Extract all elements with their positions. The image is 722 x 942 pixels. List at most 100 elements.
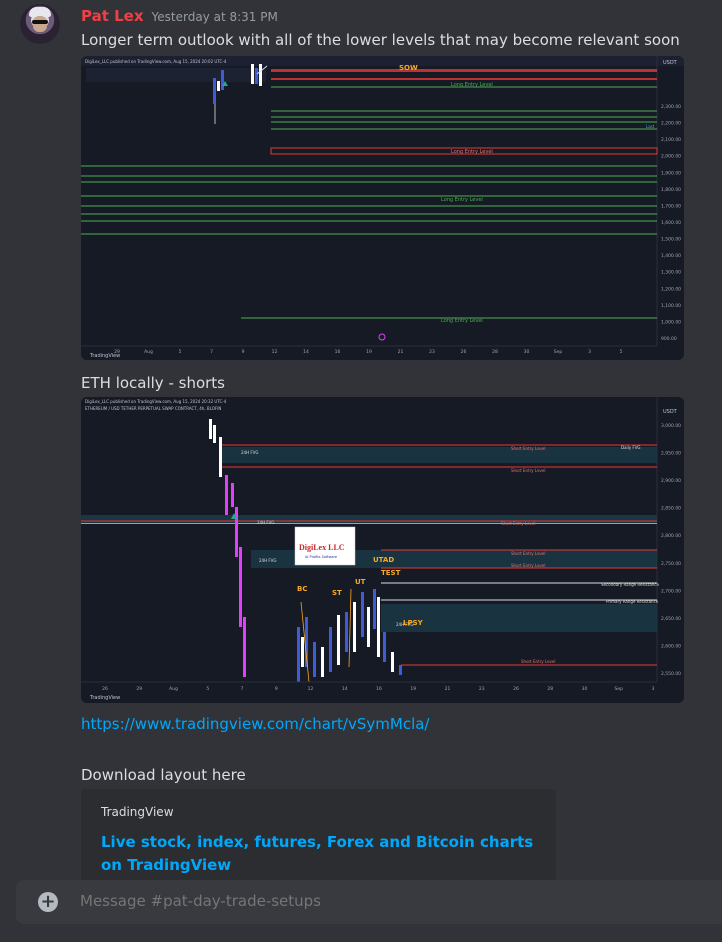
chart2-short-label: Short Entry Level <box>511 468 545 473</box>
chart1-brand: TradingView <box>89 353 120 359</box>
chart2-symbol: ETHEREUM / USD TETHER PERPETUAL SWAP CON… <box>85 406 221 411</box>
embed-provider[interactable]: TradingView <box>101 805 540 819</box>
chart2-level-label: Daily FVG <box>621 445 641 450</box>
chart2-time-tick: 23 <box>479 686 485 692</box>
chart2-publisher: DigiLex_LLC published on TradingView.com… <box>85 399 227 404</box>
avatar-face <box>33 16 47 32</box>
avatar-sunglasses <box>32 20 48 24</box>
chart2-price-tick: 2,900.00 <box>661 478 681 484</box>
chart1-price-tick: 1,600.00 <box>661 220 681 226</box>
chart2-price-tick: 3,000.00 <box>661 423 681 429</box>
chart2-time-tick: 29 <box>136 686 142 692</box>
chart2-price-tick: 2,950.00 <box>661 451 681 457</box>
chart2-price-tick: 2,650.00 <box>661 616 681 622</box>
chart2-price-tick: 2,850.00 <box>661 506 681 512</box>
chart2-time-tick: 3 <box>652 686 655 692</box>
chart1-price-tick: 1,400.00 <box>661 253 681 259</box>
annotation-bc: BC <box>297 585 307 593</box>
embed-title[interactable]: Live stock, index, futures, Forex and Bi… <box>101 831 540 877</box>
chart2-currency: USDT <box>663 409 678 415</box>
chart1-currency: USDT <box>663 60 678 66</box>
chart1-price-tick: 1,700.00 <box>661 203 681 209</box>
chart2-time-tick: Aug <box>169 686 178 692</box>
timestamp[interactable]: Yesterday at 8:31 PM <box>152 10 278 24</box>
annotation-test: TEST <box>381 569 401 577</box>
tradingview-chart-link[interactable]: https://www.tradingview.com/chart/vSymMc… <box>81 715 429 733</box>
chart2-time-tick: 28 <box>547 686 553 692</box>
chart2-fvg-label: 24H FVG <box>241 450 259 455</box>
chart2-short-label: Short Entry Level <box>521 659 555 664</box>
chart-image-eth-shorts[interactable]: DigiLex_LLC published on TradingView.com… <box>81 397 684 703</box>
chart1-price-tick: 1,900.00 <box>661 170 681 176</box>
chart-image-long-term[interactable]: DigiLex_LLC published on TradingView.com… <box>81 56 684 360</box>
chart1-price-tick: 900.00 <box>661 336 677 342</box>
chart2-time-tick: Sep <box>615 686 624 692</box>
chart1-price-axis: 2,300.00 2,200.00 2,100.00 2,000.00 1,900.00… <box>661 104 681 342</box>
add-attachment-icon[interactable]: + <box>38 892 58 912</box>
chart2-fvg-label: 24H FVG <box>257 520 275 525</box>
chart2-short-label: Short Entry Level <box>511 563 545 568</box>
chart1-time-tick: 23 <box>429 349 435 355</box>
chart2-time-tick: 19 <box>410 686 416 692</box>
logo-text: DigiLex LLC <box>299 543 345 552</box>
chart2-level-label: Secondary Range Resistance <box>601 582 659 587</box>
chart2-brand: TradingView <box>89 695 120 701</box>
message-text: Longer term outlook with all of the lowe… <box>81 31 680 49</box>
message-input[interactable] <box>80 892 680 910</box>
chart1-time-tick: Aug <box>144 349 153 355</box>
bottom-strip <box>0 924 722 942</box>
chart2-time-tick: 5 <box>206 686 209 692</box>
chart2-time-tick: 26 <box>513 686 519 692</box>
chart1-level-label: Long Entry Level <box>441 318 483 324</box>
chart1-price-tick: 1,500.00 <box>661 237 681 243</box>
chart2-price-tick: 2,750.00 <box>661 561 681 567</box>
chart2-price-tick: 2,700.00 <box>661 588 681 594</box>
chart1-time-tick: 7 <box>210 349 213 355</box>
chart1-time-tick: 28 <box>492 349 498 355</box>
chart2-short-label: Short Entry Level <box>511 551 545 556</box>
message-text: ETH locally - shorts <box>81 374 225 392</box>
chart2-level-label: Primary Range Resistance <box>606 599 659 604</box>
chart1-price-tick: 2,200.00 <box>661 121 681 127</box>
message-composer: + <box>16 880 722 924</box>
chart1-price-tick: 1,200.00 <box>661 286 681 292</box>
annotation-ut: UT <box>355 578 366 586</box>
logo-subtext: AI Profits Software <box>305 555 337 559</box>
annotation-utad: UTAD <box>373 556 394 564</box>
chart2-short-label: Short Entry Level <box>501 521 535 526</box>
chart1-price-tick: 1,100.00 <box>661 303 681 309</box>
chart2-time-tick: 14 <box>342 686 348 692</box>
chart1-level-label: Long Entry Level <box>451 82 493 88</box>
chart1-time-tick: 30 <box>524 349 530 355</box>
chart1-price-tick: 1,000.00 <box>661 319 681 325</box>
message-text: Download layout here <box>81 766 246 784</box>
chart1-level-label: Long Entry Level <box>441 197 483 203</box>
chart1-time-tick: 3 <box>588 349 591 355</box>
chart1-time-tick: 21 <box>398 349 404 355</box>
chart1-price-tick: 2,000.00 <box>661 154 681 160</box>
chart1-last-label: Last <box>646 124 655 129</box>
digilex-logo: DigiLex LLC AI Profits Software <box>294 526 356 566</box>
chart1-time-tick: 14 <box>303 349 309 355</box>
chart2-price-tick: 2,550.00 <box>661 671 681 677</box>
chart1-price-tick: 1,300.00 <box>661 270 681 276</box>
chart1-price-tick: 2,300.00 <box>661 104 681 110</box>
annotation-st: ST <box>332 589 342 597</box>
chart1-time-tick: 12 <box>272 349 278 355</box>
chart1-level-label: Long Entry Level <box>451 149 493 155</box>
chart1-canvas: DigiLex_LLC published on TradingView.com… <box>81 56 684 360</box>
chart2-time-tick: 26 <box>102 686 108 692</box>
chart1-time-tick: 16 <box>335 349 341 355</box>
chart2-time-tick: 16 <box>376 686 382 692</box>
username[interactable]: Pat Lex <box>81 7 144 25</box>
chart1-sow-marker: SOW <box>399 64 418 72</box>
chart2-price-tick: 2,800.00 <box>661 533 681 539</box>
chart2-fvg-label: 24H FVG <box>259 558 277 563</box>
chart2-time-tick: 12 <box>308 686 314 692</box>
chart2-short-label: Short Entry Level <box>511 446 545 451</box>
user-avatar[interactable] <box>20 4 60 44</box>
chart1-time-tick: 19 <box>366 349 372 355</box>
chart2-time-tick: 9 <box>275 686 278 692</box>
chart2-time-tick: 7 <box>241 686 244 692</box>
chart1-price-tick: 2,100.00 <box>661 137 681 143</box>
